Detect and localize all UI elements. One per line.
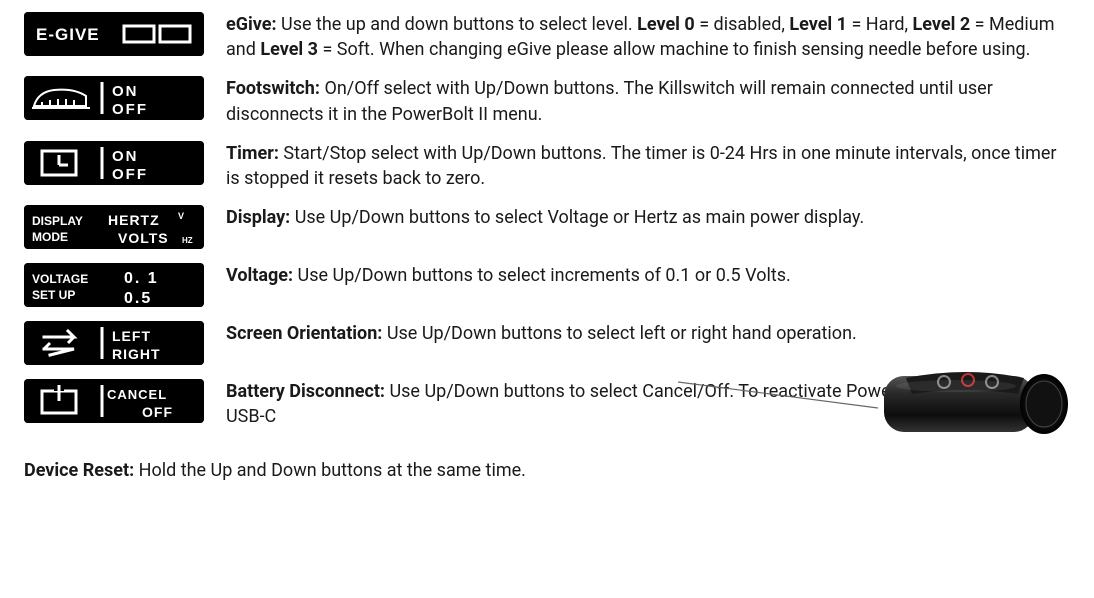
orientation-description: Screen Orientation: Use Up/Down buttons … bbox=[226, 321, 1070, 346]
svg-text:HZ: HZ bbox=[182, 236, 193, 245]
row-battery: CANCEL OFF Battery Disconnect: Use Up/Do… bbox=[24, 379, 1070, 451]
orientation-icon: LEFT RIGHT bbox=[24, 321, 204, 365]
row-footswitch: ON OFF Footswitch: On/Off select with Up… bbox=[24, 76, 1070, 126]
svg-text:ON: ON bbox=[112, 83, 139, 100]
voltage-description: Voltage: Use Up/Down buttons to select i… bbox=[226, 263, 1070, 288]
voltage-body: Use Up/Down buttons to select increments… bbox=[298, 265, 791, 286]
row-display: DISPLAY MODE HERTZ V VOLTS HZ Display: U… bbox=[24, 205, 1070, 249]
svg-text:OFF: OFF bbox=[112, 166, 148, 183]
voltage-title: Voltage: bbox=[226, 265, 293, 286]
footswitch-body: On/Off select with Up/Down buttons. The … bbox=[226, 78, 993, 124]
device-reset-title: Device Reset: bbox=[24, 460, 134, 481]
timer-title: Timer: bbox=[226, 143, 279, 164]
row-orientation: LEFT RIGHT Screen Orientation: Use Up/Do… bbox=[24, 321, 1070, 365]
orientation-body: Use Up/Down buttons to select left or ri… bbox=[387, 323, 857, 344]
svg-text:V: V bbox=[178, 211, 184, 221]
egive-body: Use the up and down buttons to select le… bbox=[226, 14, 1054, 60]
battery-icon: CANCEL OFF bbox=[24, 379, 204, 423]
battery-title: Battery Disconnect: bbox=[226, 381, 385, 402]
timer-icon: ON OFF bbox=[24, 141, 204, 185]
svg-text:E-GIVE: E-GIVE bbox=[36, 25, 100, 44]
device-image-wrap bbox=[866, 364, 1076, 451]
row-timer: ON OFF Timer: Start/Stop select with Up/… bbox=[24, 141, 1070, 191]
svg-text:0.5: 0.5 bbox=[124, 290, 152, 307]
timer-description: Timer: Start/Stop select with Up/Down bu… bbox=[226, 141, 1070, 191]
svg-text:OFF: OFF bbox=[112, 101, 148, 118]
orientation-title: Screen Orientation: bbox=[226, 323, 382, 344]
row-device-reset: Device Reset: Hold the Up and Down butto… bbox=[24, 458, 1070, 483]
svg-text:RIGHT: RIGHT bbox=[112, 346, 161, 362]
svg-text:0. 1: 0. 1 bbox=[124, 270, 159, 287]
battery-description: Battery Disconnect: Use Up/Down buttons … bbox=[226, 379, 1070, 451]
timer-body: Start/Stop select with Up/Down buttons. … bbox=[226, 143, 1057, 189]
powerbolt-device-icon bbox=[866, 364, 1076, 444]
svg-text:MODE: MODE bbox=[32, 230, 68, 244]
footswitch-title: Footswitch: bbox=[226, 78, 320, 99]
svg-text:OFF: OFF bbox=[142, 404, 173, 420]
svg-text:LEFT: LEFT bbox=[112, 328, 151, 344]
svg-text:HERTZ: HERTZ bbox=[108, 212, 160, 228]
footswitch-description: Footswitch: On/Off select with Up/Down b… bbox=[226, 76, 1070, 126]
egive-description: eGive: Use the up and down buttons to se… bbox=[226, 12, 1070, 62]
footswitch-icon: ON OFF bbox=[24, 76, 204, 120]
svg-text:DISPLAY: DISPLAY bbox=[32, 214, 83, 228]
row-voltage: VOLTAGE SET UP 0. 1 0.5 Voltage: Use Up/… bbox=[24, 263, 1070, 307]
svg-text:SET UP: SET UP bbox=[32, 288, 75, 302]
egive-title: eGive: bbox=[226, 14, 277, 35]
device-reset-body: Hold the Up and Down buttons at the same… bbox=[139, 460, 526, 481]
display-description: Display: Use Up/Down buttons to select V… bbox=[226, 205, 1070, 230]
voltage-icon: VOLTAGE SET UP 0. 1 0.5 bbox=[24, 263, 204, 307]
display-body: Use Up/Down buttons to select Voltage or… bbox=[295, 207, 865, 228]
egive-icon: E-GIVE bbox=[24, 12, 204, 56]
svg-text:VOLTS: VOLTS bbox=[118, 230, 169, 246]
display-title: Display: bbox=[226, 207, 290, 228]
svg-text:CANCEL: CANCEL bbox=[107, 387, 167, 402]
svg-text:ON: ON bbox=[112, 148, 139, 165]
row-egive: E-GIVE eGive: Use the up and down button… bbox=[24, 12, 1070, 62]
svg-text:VOLTAGE: VOLTAGE bbox=[32, 272, 88, 286]
display-icon: DISPLAY MODE HERTZ V VOLTS HZ bbox=[24, 205, 204, 249]
